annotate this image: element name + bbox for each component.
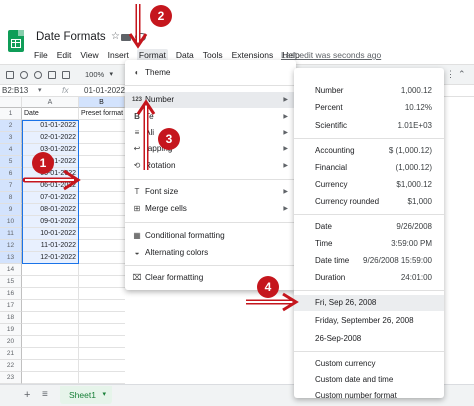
- annotation-badge-3: 3: [158, 128, 180, 150]
- annotation-badge-4: 4: [257, 276, 279, 298]
- annotation-badge-1: 1: [32, 152, 54, 174]
- annotation-badge-2: 2: [150, 5, 172, 27]
- annotation-arrow-3: [136, 99, 156, 170]
- annotation-arrow-1: [22, 169, 81, 191]
- annotation-overlay: [22, 4, 299, 312]
- annotation-arrow-2: [128, 4, 148, 49]
